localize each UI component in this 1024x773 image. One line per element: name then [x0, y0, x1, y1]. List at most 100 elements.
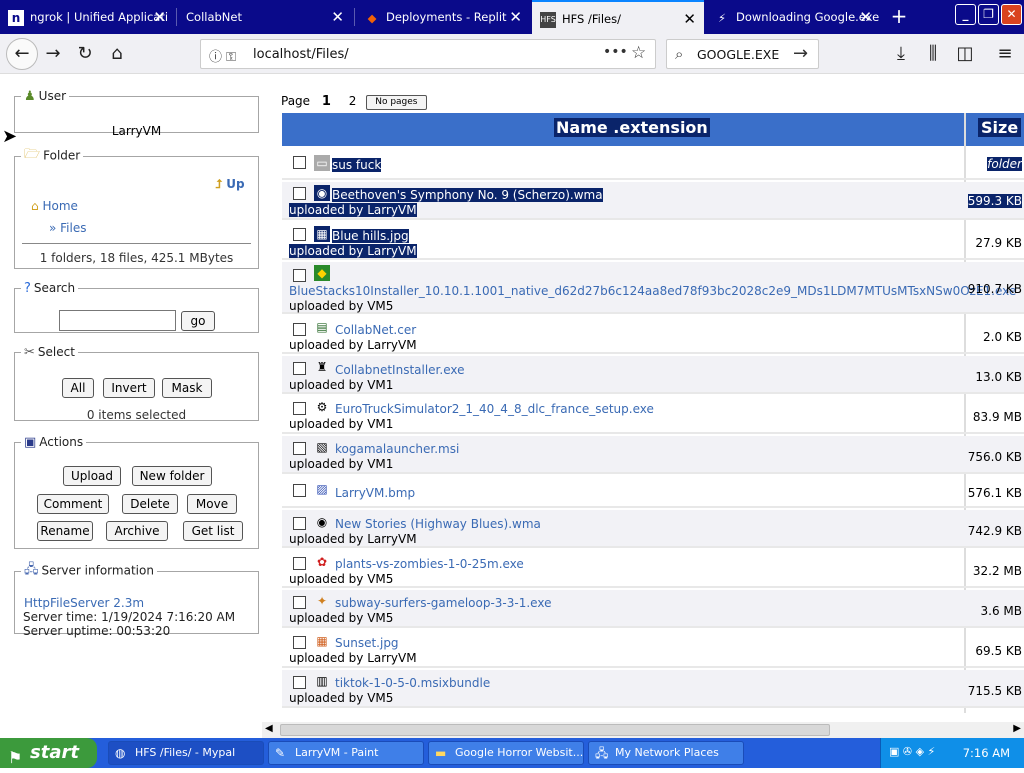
scroll-right-icon[interactable]: ▶ [1013, 723, 1021, 734]
tab-replit[interactable]: ◆ Deployments - Replit ✕ [356, 0, 530, 34]
move-button[interactable]: Move [187, 494, 237, 514]
current-folder-link[interactable]: » Files [49, 221, 87, 235]
table-row[interactable]: ⚙ EuroTruckSimulator2_1_40_4_8_dlc_franc… [282, 396, 1024, 434]
file-name-link[interactable]: BlueStacks10Installer_10.10.1.1001_nativ… [289, 284, 1016, 298]
library-icon[interactable]: ⫼ [920, 41, 946, 67]
tab-ngrok[interactable]: n ngrok | Unified Applicati ✕ [0, 0, 174, 34]
file-name-link[interactable]: EuroTruckSimulator2_1_40_4_8_dlc_france_… [335, 402, 654, 416]
search-bar[interactable]: ⌕ GOOGLE.EXE → [666, 39, 819, 69]
file-name-link[interactable]: Sunset.jpg [335, 636, 399, 650]
rename-button[interactable]: Rename [37, 521, 93, 541]
row-checkbox[interactable] [293, 484, 306, 497]
close-tab-icon[interactable]: ✕ [331, 0, 344, 34]
file-name-link[interactable]: New Stories (Highway Blues).wma [335, 517, 541, 531]
file-name-link[interactable]: plants-vs-zombies-1-0-25m.exe [335, 557, 524, 571]
tab-hfs-files[interactable]: HFS HFS /Files/ ✕ [532, 0, 704, 34]
row-checkbox[interactable] [293, 269, 306, 282]
forward-button[interactable]: → [40, 41, 66, 67]
close-tab-icon[interactable]: ✕ [509, 0, 522, 34]
horizontal-scrollbar[interactable]: ◀ ▶ [262, 722, 1024, 738]
downloads-icon[interactable]: ⤓ [888, 41, 914, 67]
mask-button[interactable]: Mask [162, 378, 212, 398]
upload-button[interactable]: Upload [63, 466, 121, 486]
row-checkbox[interactable] [293, 156, 306, 169]
table-row[interactable]: ▭ sus fuck folder [282, 146, 1024, 180]
close-tab-icon[interactable]: ✕ [859, 0, 872, 34]
new-folder-button[interactable]: New folder [132, 466, 212, 486]
size-column-header[interactable]: Size [978, 118, 1022, 137]
file-name-link[interactable]: subway-surfers-gameloop-3-3-1.exe [335, 596, 551, 610]
sidebar-icon[interactable]: ◫ [952, 41, 978, 67]
table-row[interactable]: ▧ kogamalauncher.msi uploaded by VM1 756… [282, 436, 1024, 474]
row-checkbox[interactable] [293, 676, 306, 689]
hfs-version-link[interactable]: HttpFileServer 2.3m [24, 596, 144, 610]
delete-button[interactable]: Delete [122, 494, 178, 514]
file-name-link[interactable]: sus fuck [332, 158, 382, 172]
close-tab-icon[interactable]: ✕ [683, 2, 696, 34]
table-row[interactable]: ▥ tiktok-1-0-5-0.msixbundle uploaded by … [282, 670, 1024, 708]
search-input[interactable] [59, 310, 176, 331]
archive-button[interactable]: Archive [106, 521, 168, 541]
row-checkbox[interactable] [293, 362, 306, 375]
file-name-link[interactable]: CollabNet.cer [335, 323, 416, 337]
reload-button[interactable]: ↻ [72, 41, 98, 67]
search-text[interactable]: GOOGLE.EXE [697, 47, 779, 62]
back-button[interactable]: ← [6, 38, 38, 70]
tab-collabnet[interactable]: CollabNet ✕ [178, 0, 352, 34]
url-text[interactable]: localhost/Files/ [253, 47, 349, 62]
row-checkbox[interactable] [293, 228, 306, 241]
go-button[interactable]: go [181, 311, 215, 331]
menu-icon[interactable]: ≡ [992, 41, 1018, 67]
table-row[interactable]: ◆ BlueStacks10Installer_10.10.1.1001_nat… [282, 262, 1024, 314]
tab-downloading[interactable]: ⚡ Downloading Google.exe ✕ [706, 0, 880, 34]
url-bar[interactable]: ⓘ ⚿ localhost/Files/ ••• ☆ [200, 39, 656, 69]
row-checkbox[interactable] [293, 187, 306, 200]
table-row[interactable]: ▨ LarryVM.bmp 576.1 KB [282, 476, 1024, 508]
close-window-button[interactable]: ✕ [1001, 4, 1022, 25]
table-row[interactable]: ▤ CollabNet.cer uploaded by LarryVM 2.0 … [282, 316, 1024, 354]
row-checkbox[interactable] [293, 517, 306, 530]
table-row[interactable]: ♜ CollabnetInstaller.exe uploaded by VM1… [282, 356, 1024, 394]
start-button[interactable]: ⚑ start [0, 738, 97, 768]
table-row[interactable]: ▦ Blue hills.jpg uploaded by LarryVM 27.… [282, 222, 1024, 260]
row-checkbox[interactable] [293, 402, 306, 415]
taskbar-item-paint[interactable]: ✎ LarryVM - Paint [268, 741, 424, 765]
scroll-left-icon[interactable]: ◀ [265, 723, 273, 734]
new-tab-button[interactable]: + [888, 3, 910, 29]
search-go-icon[interactable]: → [793, 43, 808, 64]
site-info-icon[interactable]: ⓘ ⚿ [209, 46, 236, 65]
scrollbar-thumb[interactable] [280, 724, 830, 736]
file-name-link[interactable]: LarryVM.bmp [335, 486, 415, 500]
file-name-link[interactable]: Beethoven's Symphony No. 9 (Scherzo).wma [332, 188, 603, 202]
page-actions-icon[interactable]: ••• [603, 44, 628, 60]
maximize-button[interactable]: ❐ [978, 4, 999, 25]
file-name-link[interactable]: Blue hills.jpg [332, 229, 409, 243]
row-checkbox[interactable] [293, 636, 306, 649]
table-row[interactable]: ✦ subway-surfers-gameloop-3-3-1.exe uplo… [282, 590, 1024, 628]
tray-icons[interactable]: ▣ ✇ ◈ ⚡ [889, 745, 935, 758]
get-list-button[interactable]: Get list [183, 521, 243, 541]
home-link[interactable]: ⌂ Home [31, 199, 78, 213]
row-checkbox[interactable] [293, 557, 306, 570]
comment-button[interactable]: Comment [37, 494, 109, 514]
table-row[interactable]: ◉ New Stories (Highway Blues).wma upload… [282, 510, 1024, 548]
file-name-link[interactable]: kogamalauncher.msi [335, 442, 459, 456]
file-name-link[interactable]: tiktok-1-0-5-0.msixbundle [335, 676, 490, 690]
row-checkbox[interactable] [293, 323, 306, 336]
close-tab-icon[interactable]: ✕ [153, 0, 166, 34]
table-row[interactable]: ▦ Sunset.jpg uploaded by LarryVM 69.5 KB [282, 630, 1024, 668]
bookmark-star-icon[interactable]: ☆ [631, 43, 646, 63]
name-column-header[interactable]: Name .extension [554, 118, 710, 137]
table-row[interactable]: ◉ Beethoven's Symphony No. 9 (Scherzo).w… [282, 182, 1024, 220]
select-all-button[interactable]: All [62, 378, 94, 398]
minimize-button[interactable]: _ [955, 4, 976, 25]
page-2-link[interactable]: 2 [349, 94, 357, 108]
file-name-link[interactable]: CollabnetInstaller.exe [335, 363, 465, 377]
taskbar-item-browser[interactable]: ◍ HFS /Files/ - Mypal [108, 741, 264, 765]
home-button[interactable]: ⌂ [104, 41, 130, 67]
no-pages-button[interactable]: No pages [366, 95, 427, 110]
table-row[interactable]: ✿ plants-vs-zombies-1-0-25m.exe uploaded… [282, 550, 1024, 588]
taskbar-item-network[interactable]: 🖧 My Network Places [588, 741, 744, 765]
taskbar-item-folder[interactable]: ▬ Google Horror Websit... [428, 741, 584, 765]
row-checkbox[interactable] [293, 442, 306, 455]
